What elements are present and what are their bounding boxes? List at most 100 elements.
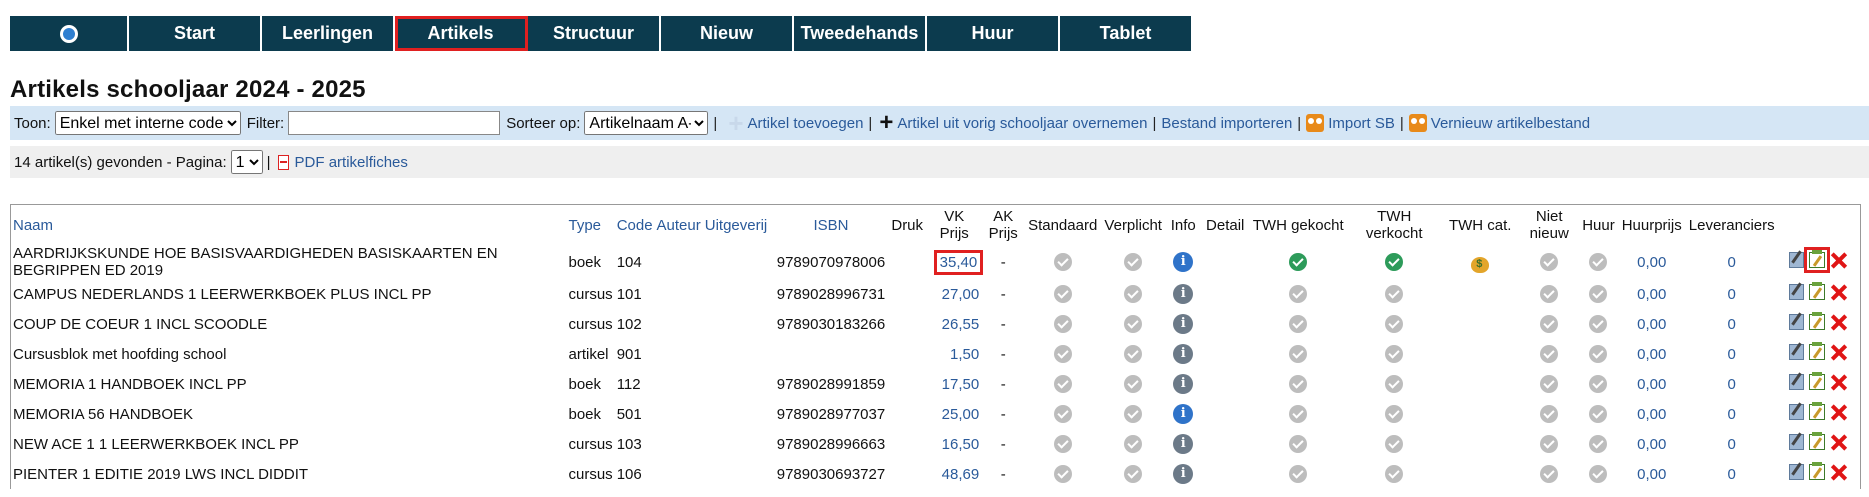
col-naam[interactable]: Naam: [11, 205, 567, 246]
import-file-link[interactable]: Bestand importeren: [1161, 115, 1292, 132]
cell-leveranciers[interactable]: 0: [1687, 369, 1777, 399]
check-icon[interactable]: [1589, 315, 1608, 334]
info-grey-icon[interactable]: i: [1173, 344, 1194, 364]
check-icon[interactable]: [1124, 315, 1143, 334]
vk-price-value[interactable]: 48,69: [942, 466, 980, 483]
check-icon[interactable]: [1053, 285, 1072, 304]
check-icon[interactable]: [1289, 315, 1308, 334]
col-type[interactable]: Type: [567, 205, 615, 246]
notes-icon[interactable]: [1809, 312, 1826, 331]
notes-icon[interactable]: [1809, 342, 1826, 361]
check-icon[interactable]: [1540, 375, 1559, 394]
check-icon[interactable]: [1385, 345, 1404, 364]
delete-icon[interactable]: [1830, 344, 1847, 361]
renew-article-file-link[interactable]: Vernieuw artikelbestand: [1431, 115, 1590, 132]
delete-icon[interactable]: [1830, 464, 1847, 481]
edit-icon[interactable]: [1789, 252, 1805, 269]
info-grey-icon[interactable]: i: [1173, 374, 1194, 394]
vk-price-value[interactable]: 25,00: [942, 406, 980, 423]
notes-icon[interactable]: [1804, 247, 1831, 274]
check-icon[interactable]: [1289, 435, 1308, 454]
check-icon[interactable]: [1124, 285, 1143, 304]
delete-icon[interactable]: [1830, 404, 1847, 421]
cell-leveranciers[interactable]: 0: [1687, 245, 1777, 279]
notes-icon[interactable]: [1809, 402, 1826, 421]
check-icon[interactable]: [1540, 435, 1559, 454]
check-icon[interactable]: [1589, 465, 1608, 484]
cell-leveranciers[interactable]: 0: [1687, 339, 1777, 369]
import-sb-link[interactable]: Import SB: [1328, 115, 1395, 132]
check-icon[interactable]: [1124, 253, 1143, 272]
notes-icon[interactable]: [1809, 372, 1826, 391]
edit-icon[interactable]: [1789, 344, 1805, 361]
cell-leveranciers[interactable]: 0: [1687, 279, 1777, 309]
check-icon[interactable]: [1289, 345, 1308, 364]
notes-icon[interactable]: [1809, 462, 1826, 481]
nav-nieuw[interactable]: Nieuw: [661, 16, 794, 51]
check-icon[interactable]: [1053, 253, 1072, 272]
cell-huurprijs[interactable]: 0,00: [1617, 245, 1687, 279]
cell-huurprijs[interactable]: 0,00: [1617, 279, 1687, 309]
notes-icon[interactable]: [1809, 432, 1826, 451]
col-code[interactable]: Code: [615, 205, 655, 246]
check-icon[interactable]: [1589, 253, 1608, 272]
vk-price-value[interactable]: 17,50: [942, 376, 980, 393]
info-grey-icon[interactable]: i: [1173, 434, 1194, 454]
check-icon[interactable]: [1289, 253, 1308, 272]
check-icon[interactable]: [1540, 345, 1559, 364]
edit-icon[interactable]: [1789, 464, 1805, 481]
info-blue-icon[interactable]: i: [1173, 404, 1194, 424]
toon-select[interactable]: Enkel met interne code: [54, 111, 241, 135]
check-icon[interactable]: [1385, 435, 1404, 454]
delete-icon[interactable]: [1830, 314, 1847, 331]
cell-huurprijs[interactable]: 0,00: [1617, 369, 1687, 399]
nav-tablet[interactable]: Tablet: [1060, 16, 1193, 51]
check-icon[interactable]: [1385, 405, 1404, 424]
check-icon[interactable]: [1540, 315, 1559, 334]
delete-icon[interactable]: [1830, 374, 1847, 391]
nav-tweedehands[interactable]: Tweedehands: [794, 16, 927, 51]
check-icon[interactable]: [1540, 253, 1559, 272]
check-icon[interactable]: [1589, 345, 1608, 364]
check-icon[interactable]: [1540, 405, 1559, 424]
cell-leveranciers[interactable]: 0: [1687, 309, 1777, 339]
filter-input[interactable]: [288, 111, 501, 135]
cell-huurprijs[interactable]: 0,00: [1617, 429, 1687, 459]
edit-icon[interactable]: [1789, 284, 1805, 301]
check-icon[interactable]: [1289, 465, 1308, 484]
vk-price-value[interactable]: 26,55: [942, 316, 980, 333]
check-icon[interactable]: [1124, 405, 1143, 424]
check-icon[interactable]: [1589, 375, 1608, 394]
col-auteur[interactable]: Auteur: [655, 205, 703, 246]
nav-huur[interactable]: Huur: [927, 16, 1060, 51]
info-blue-icon[interactable]: i: [1173, 252, 1194, 272]
check-icon[interactable]: [1540, 465, 1559, 484]
check-icon[interactable]: [1289, 375, 1308, 394]
cell-huurprijs[interactable]: 0,00: [1617, 309, 1687, 339]
cell-leveranciers[interactable]: 0: [1687, 459, 1777, 489]
delete-icon[interactable]: [1830, 284, 1847, 301]
check-icon[interactable]: [1540, 285, 1559, 304]
check-icon[interactable]: [1053, 315, 1072, 334]
check-icon[interactable]: [1053, 435, 1072, 454]
check-icon[interactable]: [1385, 285, 1404, 304]
nav-start[interactable]: Start: [129, 16, 262, 51]
delete-icon[interactable]: [1830, 434, 1847, 451]
delete-icon[interactable]: [1830, 252, 1847, 269]
check-icon[interactable]: [1385, 375, 1404, 394]
check-icon[interactable]: [1289, 405, 1308, 424]
check-icon[interactable]: [1124, 465, 1143, 484]
edit-icon[interactable]: [1789, 434, 1805, 451]
check-icon[interactable]: [1053, 465, 1072, 484]
cell-huurprijs[interactable]: 0,00: [1617, 399, 1687, 429]
check-icon[interactable]: [1589, 435, 1608, 454]
col-uitgeverij[interactable]: Uitgeverij: [703, 205, 775, 246]
info-grey-icon[interactable]: i: [1173, 314, 1194, 334]
nav-artikels[interactable]: Artikels: [395, 16, 528, 51]
vk-price-highlight[interactable]: 35,40: [933, 249, 984, 275]
edit-icon[interactable]: [1789, 404, 1805, 421]
nav-home[interactable]: [10, 16, 129, 51]
vk-price-value[interactable]: 27,00: [942, 286, 980, 303]
check-icon[interactable]: [1053, 345, 1072, 364]
check-icon[interactable]: [1385, 315, 1404, 334]
